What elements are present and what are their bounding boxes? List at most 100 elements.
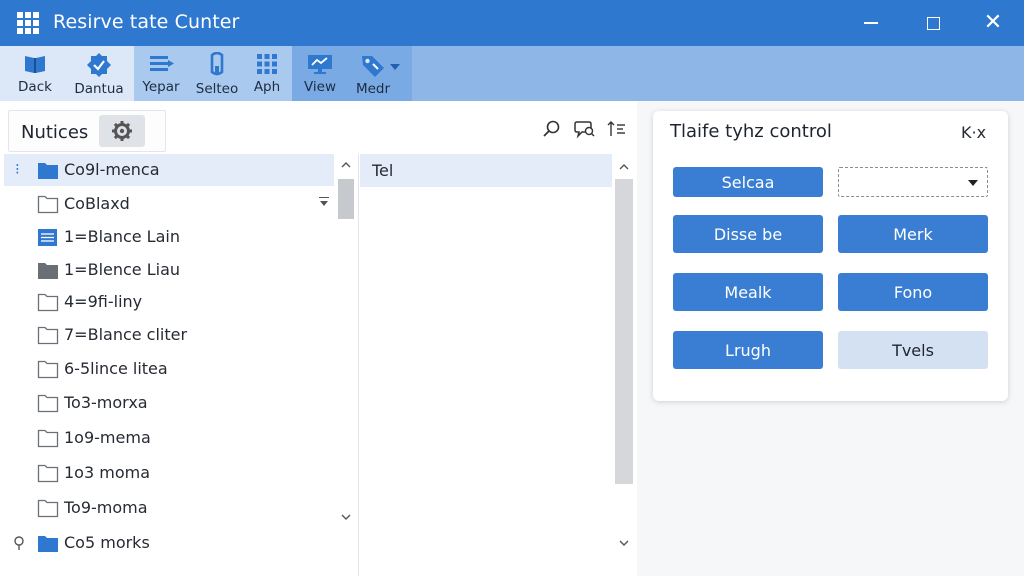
card-title: Tlaife tyhz control [670,121,832,142]
ribbon-button-yepar[interactable]: Yepar [140,46,182,101]
ribbon-label: Aph [253,79,281,95]
select-dropdown[interactable] [838,167,988,197]
ribbon-button-aph[interactable]: Aph [248,46,286,101]
folder-outline-icon [37,293,59,312]
detail-row-label: Tel [372,161,394,180]
tree-item[interactable]: Co5 morks [4,527,334,559]
document-blue-icon [38,229,57,246]
tag-icon [362,56,384,77]
fono-button[interactable]: Fono [838,273,988,311]
tree-item-label: To3-morxa [64,393,148,412]
ribbon-button-dack[interactable]: Dack [14,46,56,101]
close-icon: ✕ [983,10,1003,35]
tree-item[interactable]: 6-5lince litea [4,353,334,385]
tree-item-label: 1=Blence Liau [64,260,181,279]
scrollbar-thumb[interactable] [338,179,354,219]
pin-icon [14,536,24,550]
ribbon-toolbar: Dack Dantua Yepar Selteo Aph View Medr [0,46,1024,101]
scroll-up-icon[interactable] [619,162,629,172]
scroll-up-icon[interactable] [341,160,351,170]
folder-outline-icon [37,360,59,379]
detail-row-selected[interactable]: Tel [360,154,612,187]
disse-be-button[interactable]: Disse be [673,215,823,253]
gear-icon [112,121,132,141]
app-grid-icon [17,12,39,34]
badge-check-icon [87,53,111,77]
grid-dots-icon [257,54,277,74]
list-arrow-icon [150,56,174,71]
search-icon[interactable] [542,119,562,143]
tree-item-label: 1o3 moma [64,463,150,482]
tree-item[interactable]: 1=Blance Lain [4,221,334,253]
folder-outline-icon [37,195,59,214]
tree-item-label: 1=Blance Lain [64,227,180,246]
tree-item[interactable]: 1o3 moma [4,457,334,489]
scroll-down-icon[interactable] [619,538,629,548]
tree-item[interactable]: ⁝ Co9l-menca [4,154,334,186]
clipboard-icon [210,52,224,76]
tree-item[interactable]: 1=Blence Liau [4,254,334,286]
explorer-panel: Nutices ⁝ Co9l-menca CoBlaxd 1=Blance La… [0,101,637,576]
ribbon-label: Dantua [74,81,124,97]
tree-item[interactable]: 1o9-mema [4,422,334,454]
tree-item-label: Co9l-menca [64,160,160,179]
settings-button[interactable] [99,115,145,147]
ribbon-label: View [303,79,337,95]
tree-item[interactable]: To3-morxa [4,387,334,419]
ribbon-label: Selteo [195,81,239,97]
ribbon-button-selteo[interactable]: Selteo [194,46,240,101]
tree-item-label: 4=9fi-liny [64,292,143,311]
title-bar: Resirve tate Cunter ✕ [0,0,1024,46]
folder-outline-icon [37,429,59,448]
tree-item[interactable]: CoBlaxd [4,188,334,220]
tree-scrollbar[interactable] [336,154,356,576]
minimize-button[interactable] [848,8,894,38]
tree-item[interactable]: 4=9fi-liny [4,286,334,318]
maximize-icon [926,16,940,30]
scroll-down-icon[interactable] [341,512,351,522]
card-close-button[interactable]: K·x [961,123,986,142]
chat-search-icon[interactable] [574,119,596,143]
tree-item[interactable]: 7=Blance cliter [4,319,334,351]
folder-outline-icon [37,464,59,483]
folder-tree: ⁝ Co9l-menca CoBlaxd 1=Blance Lain 1=Ble… [4,154,334,576]
ribbon-dropdown-caret-icon[interactable] [390,64,400,70]
ribbon-label: Medr [355,81,391,97]
folder-outline-icon [37,326,59,345]
tree-item-label: 6-5lince litea [64,359,168,378]
minimize-icon [864,22,878,24]
selcaa-button[interactable]: Selcaa [673,167,823,197]
folder-gray-icon [38,263,58,279]
column-divider [358,154,359,576]
ribbon-button-medr[interactable]: Medr [352,46,394,101]
detail-column: Tel [360,154,612,576]
window-title: Resirve tate Cunter [53,11,240,33]
detail-scrollbar[interactable] [614,154,634,554]
lrugh-button[interactable]: Lrugh [673,331,823,369]
tree-item-label: 7=Blance cliter [64,325,188,344]
mealk-button[interactable]: Mealk [673,273,823,311]
tree-item-label: 1o9-mema [64,428,151,447]
ribbon-label: Dack [18,79,52,95]
folder-outline-icon [37,499,59,518]
chevron-down-icon [968,180,978,186]
maximize-button[interactable] [910,8,956,38]
book-icon [25,56,45,73]
panel-title: Nutices [21,122,89,143]
panel-header: Nutices [8,110,166,152]
tree-item-label: CoBlaxd [64,194,130,213]
tvels-button[interactable]: Tvels [838,331,988,369]
chevron-down-icon[interactable] [320,201,328,206]
ribbon-button-dantua[interactable]: Dantua [72,46,126,101]
collapse-bar-icon [319,197,329,198]
control-card: Tlaife tyhz control K·x Selcaa Disse be … [653,111,1008,401]
scrollbar-thumb[interactable] [615,179,633,484]
tree-item-label: Co5 morks [64,533,150,552]
folder-blue-icon [38,163,58,179]
sort-icon[interactable] [607,119,627,143]
close-button[interactable]: ✕ [970,8,1016,38]
expand-marker-icon[interactable]: ⁝ [15,160,20,178]
merk-button[interactable]: Merk [838,215,988,253]
ribbon-button-view[interactable]: View [300,46,340,101]
tree-item[interactable]: To9-moma [4,492,334,524]
